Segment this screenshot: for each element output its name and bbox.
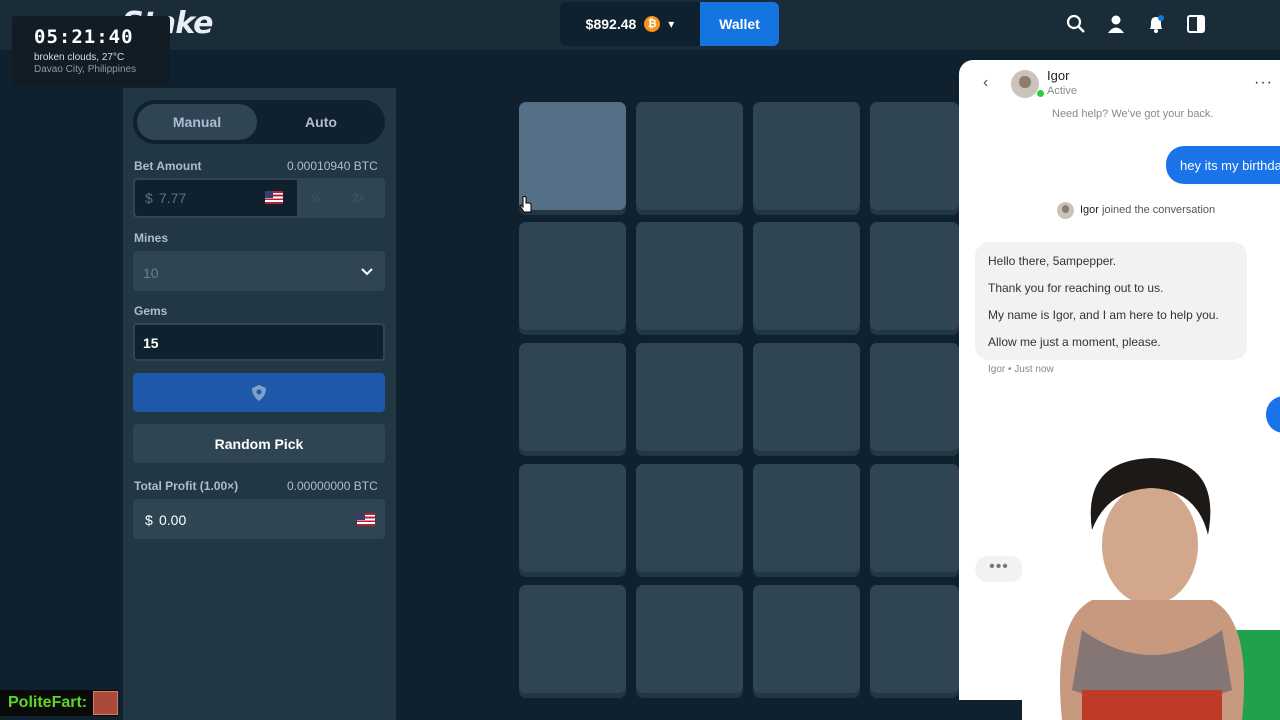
random-pick-button[interactable]: Random Pick bbox=[133, 424, 385, 463]
tab-auto[interactable]: Auto bbox=[261, 104, 381, 140]
chevron-left-icon[interactable]: ‹ bbox=[983, 74, 988, 92]
total-profit-field: $ 0.00 bbox=[133, 499, 385, 539]
tab-manual[interactable]: Manual bbox=[137, 104, 257, 140]
agent-message-meta: Igor • Just now bbox=[988, 364, 1054, 375]
location-text: Davao City, Philippines bbox=[34, 64, 137, 75]
currency-symbol: $ bbox=[145, 512, 153, 528]
agent-message-line: Hello there, 5ampepper. bbox=[988, 254, 1117, 268]
mine-tile[interactable] bbox=[870, 343, 959, 451]
wallet-button[interactable]: Wallet bbox=[700, 2, 779, 46]
mine-tile[interactable] bbox=[519, 343, 626, 451]
total-profit-value: 0.00 bbox=[159, 512, 187, 528]
user-message-bubble: hey its my birthda bbox=[1166, 146, 1280, 184]
sidebar-toggle-icon[interactable] bbox=[1186, 14, 1206, 34]
bet-amount-group: $ 7.77 ½ 2× bbox=[133, 178, 385, 218]
mine-tile[interactable] bbox=[870, 585, 959, 693]
mine-tile[interactable] bbox=[870, 102, 959, 210]
agent-status: Active bbox=[1047, 85, 1077, 97]
chevron-down-icon: ▾ bbox=[668, 17, 675, 31]
bet-amount-input[interactable]: $ 7.77 bbox=[135, 180, 297, 216]
agent-avatar bbox=[1011, 70, 1039, 98]
chevron-down-icon bbox=[361, 268, 373, 276]
mine-tile[interactable] bbox=[519, 585, 626, 693]
user-icon[interactable] bbox=[1106, 14, 1126, 34]
mode-tabs: Manual Auto bbox=[133, 100, 385, 144]
agent-name: Igor bbox=[1047, 68, 1070, 83]
gems-field: 15 bbox=[133, 323, 385, 361]
mine-tile[interactable] bbox=[753, 464, 860, 572]
mine-tile[interactable] bbox=[519, 464, 626, 572]
chat-username: PoliteFart: bbox=[8, 694, 88, 711]
mine-tile[interactable] bbox=[870, 464, 959, 572]
mine-tile[interactable] bbox=[753, 102, 860, 210]
gems-value: 15 bbox=[143, 335, 159, 351]
bet-amount-label: Bet Amount bbox=[134, 159, 202, 173]
bitcoin-icon: ₿ bbox=[644, 16, 661, 32]
bet-amount-value: 7.77 bbox=[159, 190, 187, 206]
stream-clock-overlay: 05:21:40 broken clouds, 27°C Davao City,… bbox=[12, 16, 170, 86]
online-status-dot bbox=[1036, 89, 1045, 98]
typing-indicator: ••• bbox=[975, 556, 1023, 582]
agent-message-line: Allow me just a moment, please. bbox=[988, 335, 1161, 349]
balance-amount: $892.48 bbox=[585, 16, 637, 32]
balance-selector[interactable]: $892.48 ₿ ▾ bbox=[560, 2, 700, 46]
mines-value: 10 bbox=[143, 265, 159, 281]
weather-text: broken clouds, 27°C bbox=[34, 52, 125, 63]
agent-message-line: My name is Igor, and I am here to help y… bbox=[988, 308, 1219, 322]
emote-icon bbox=[93, 691, 118, 715]
mine-tile[interactable] bbox=[636, 343, 743, 451]
mine-tile[interactable] bbox=[636, 585, 743, 693]
joined-text: joined the conversation bbox=[1098, 204, 1216, 216]
mine-tile[interactable] bbox=[870, 222, 959, 330]
search-icon[interactable] bbox=[1066, 14, 1086, 34]
clock-time: 05:21:40 bbox=[34, 26, 134, 48]
half-bet-button[interactable]: ½ bbox=[311, 191, 321, 205]
webcam-overlay bbox=[1022, 450, 1280, 720]
joined-name: Igor bbox=[1080, 204, 1099, 216]
mine-tile[interactable] bbox=[636, 222, 743, 330]
us-flag-icon bbox=[265, 191, 283, 204]
bet-button[interactable] bbox=[133, 373, 385, 412]
total-profit-btc: 0.00000000 BTC bbox=[287, 479, 378, 493]
currency-symbol: $ bbox=[145, 190, 153, 206]
mine-tile[interactable] bbox=[636, 102, 743, 210]
mine-tile[interactable] bbox=[519, 102, 626, 210]
total-profit-label: Total Profit (1.00×) bbox=[134, 479, 239, 493]
agent-message-line: Thank you for reaching out to us. bbox=[988, 281, 1164, 295]
shield-icon bbox=[252, 384, 266, 401]
mine-tile[interactable] bbox=[636, 464, 743, 572]
us-flag-icon bbox=[357, 513, 375, 526]
more-options-icon[interactable]: ··· bbox=[1254, 74, 1273, 92]
mouse-cursor-icon bbox=[519, 196, 532, 213]
help-text: Need help? We've got your back. bbox=[1052, 108, 1214, 120]
mines-select[interactable]: 10 bbox=[133, 251, 385, 291]
gems-label: Gems bbox=[134, 304, 168, 318]
notifications-icon[interactable] bbox=[1146, 14, 1166, 34]
stream-chat-overlay: PoliteFart: bbox=[0, 690, 118, 716]
top-bar: Stake $892.48 ₿ ▾ Wallet bbox=[0, 0, 1280, 50]
mine-tile[interactable] bbox=[753, 343, 860, 451]
mine-tile[interactable] bbox=[753, 585, 860, 693]
double-bet-button[interactable]: 2× bbox=[352, 191, 366, 205]
bet-amount-btc: 0.00010940 BTC bbox=[287, 159, 378, 173]
agent-avatar-small bbox=[1057, 202, 1074, 219]
mines-label: Mines bbox=[134, 231, 169, 245]
joined-notice: Igor joined the conversation bbox=[1080, 204, 1215, 216]
user-message-text: hey its my birthda bbox=[1180, 157, 1280, 173]
mine-tile[interactable] bbox=[753, 222, 860, 330]
mine-tile[interactable] bbox=[519, 222, 626, 330]
